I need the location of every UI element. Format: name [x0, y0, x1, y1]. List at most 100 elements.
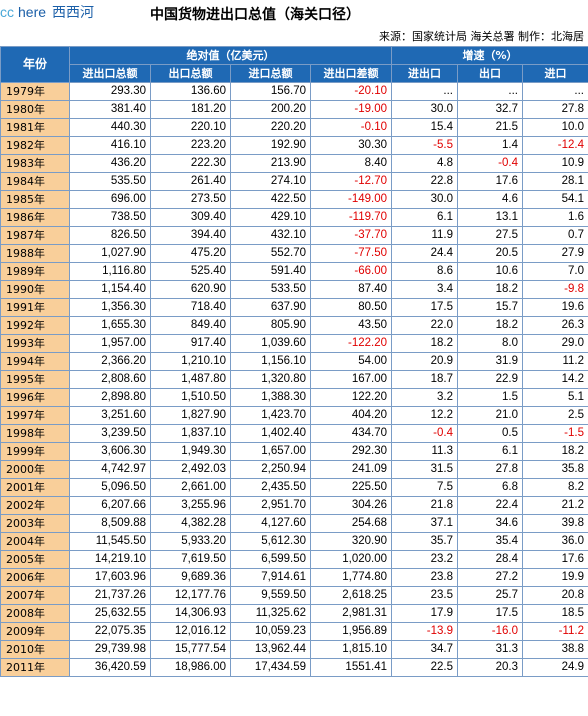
value-cell: 17,603.96 — [69, 568, 151, 587]
value-cell: -37.70 — [310, 226, 392, 245]
value-cell: 22.9 — [457, 370, 523, 389]
value-cell: 5,096.50 — [69, 478, 151, 497]
value-cell: 37.1 — [391, 514, 458, 533]
table-column-header-row: 进出口总额 出口总额 进口总额 进出口差额 进出口 出口 进口 — [1, 64, 588, 83]
value-cell: 156.70 — [230, 82, 311, 101]
value-cell: 5,933.20 — [150, 532, 231, 551]
value-cell: 1,957.00 — [69, 334, 151, 353]
value-cell: 87.40 — [310, 280, 392, 299]
value-cell: 20.3 — [457, 658, 523, 677]
table-row: 1994年 2,366.20 1,210.10 1,156.10 54.00 20.9 31… — [0, 352, 588, 371]
value-cell: 32.7 — [457, 100, 523, 119]
value-cell: 11.3 — [391, 442, 458, 461]
value-cell: 21.8 — [391, 496, 458, 515]
value-cell: 18,986.00 — [150, 658, 231, 677]
value-cell: -0.4 — [391, 424, 458, 443]
value-cell: -1.5 — [522, 424, 588, 443]
value-cell: 254.68 — [310, 514, 392, 533]
value-cell: 167.00 — [310, 370, 392, 389]
value-cell: 18.2 — [522, 442, 588, 461]
value-cell: 7,619.50 — [150, 550, 231, 569]
value-cell: 1,774.80 — [310, 568, 392, 587]
table-row: 2000年 4,742.97 2,492.03 2,250.94 241.09 31.5 2… — [0, 460, 588, 479]
value-cell: 525.40 — [150, 262, 231, 281]
value-cell: 18.2 — [391, 334, 458, 353]
value-cell: 27.2 — [457, 568, 523, 587]
table-row: 2007年 21,737.26 12,177.76 9,559.50 2,618.25 2… — [0, 586, 588, 605]
value-cell: 43.50 — [310, 316, 392, 335]
year-cell: 1989年 — [0, 262, 70, 281]
value-cell: 1,027.90 — [69, 244, 151, 263]
value-cell: 35.8 — [522, 460, 588, 479]
value-cell: 122.20 — [310, 388, 392, 407]
column-header: 进出口总额 — [69, 64, 151, 83]
value-cell: 19.6 — [522, 298, 588, 317]
table-row: 2008年 25,632.55 14,306.93 11,325.62 2,981.31… — [0, 604, 588, 623]
table-row: 1981年 440.30 220.10 220.20 -0.10 15.4 21.5 10.0 — [0, 118, 588, 137]
value-cell: 31.3 — [457, 640, 523, 659]
value-cell: 220.10 — [150, 118, 231, 137]
year-cell: 2005年 — [0, 550, 70, 569]
table-row: 2005年 14,219.10 7,619.50 6,599.50 1,020.00 23… — [0, 550, 588, 569]
value-cell: 292.30 — [310, 442, 392, 461]
value-cell: 1.4 — [457, 136, 523, 155]
year-cell: 2002年 — [0, 496, 70, 515]
value-cell: 2,661.00 — [150, 478, 231, 497]
value-cell: 1,388.30 — [230, 388, 311, 407]
page-title: 中国货物进出口总值（海关口径） — [150, 7, 360, 23]
value-cell: 34.6 — [457, 514, 523, 533]
value-cell: 192.90 — [230, 136, 311, 155]
value-cell: 39.8 — [522, 514, 588, 533]
source-note: 来源：国家统计局 海关总署 制作：北海居 — [379, 30, 584, 43]
value-cell: 917.40 — [150, 334, 231, 353]
value-cell: 3,251.60 — [69, 406, 151, 425]
value-cell: 34.7 — [391, 640, 458, 659]
table-group-header-row: 年份 绝对值（亿美元） 增速（%） — [0, 46, 588, 83]
column-header: 出口总额 — [150, 64, 231, 83]
value-cell: 28.4 — [457, 550, 523, 569]
value-cell: 19.9 — [522, 568, 588, 587]
value-cell: 394.40 — [150, 226, 231, 245]
table-row: 2010年 29,739.98 15,777.54 13,962.44 1,815.10… — [0, 640, 588, 659]
value-cell: 4,742.97 — [69, 460, 151, 479]
value-cell: 10,059.23 — [230, 622, 311, 641]
year-cell: 1997年 — [0, 406, 70, 425]
year-cell: 1996年 — [0, 388, 70, 407]
value-cell: -9.8 — [522, 280, 588, 299]
value-cell: -11.2 — [522, 622, 588, 641]
value-cell: 320.90 — [310, 532, 392, 551]
year-cell: 2003年 — [0, 514, 70, 533]
value-cell: 21.0 — [457, 406, 523, 425]
table-row: 1999年 3,606.30 1,949.30 1,657.00 292.30 11.3 6… — [0, 442, 588, 461]
value-cell: 3,606.30 — [69, 442, 151, 461]
value-cell: 26.3 — [522, 316, 588, 335]
page: cc here 西西河 中国货物进出口总值（海关口径） 来源：国家统计局 海关总… — [0, 0, 588, 716]
value-cell: 309.40 — [150, 208, 231, 227]
column-header: 进口 — [522, 64, 588, 83]
growth-group-header: 增速（%） — [391, 46, 588, 65]
table-row: 1982年 416.10 223.20 192.90 30.30 -5.5 1.4 -12.4 — [0, 136, 588, 155]
value-cell: 1,423.70 — [230, 406, 311, 425]
value-cell: 0.7 — [522, 226, 588, 245]
value-cell: 1,116.80 — [69, 262, 151, 281]
value-cell: 18.2 — [457, 280, 523, 299]
value-cell: 11.9 — [391, 226, 458, 245]
site-logo[interactable]: cc here 西西河 — [0, 2, 94, 24]
value-cell: 17.6 — [522, 550, 588, 569]
value-cell: 1,156.10 — [230, 352, 311, 371]
value-cell: 1,356.30 — [69, 298, 151, 317]
value-cell: 7.0 — [522, 262, 588, 281]
year-cell: 1998年 — [0, 424, 70, 443]
trade-table: 年份 绝对值（亿美元） 增速（%） 进出口总额 出口总额 进口总额 进出口差额 … — [0, 46, 588, 677]
value-cell: 2,366.20 — [69, 352, 151, 371]
value-cell: 5,612.30 — [230, 532, 311, 551]
value-cell: 1.6 — [522, 208, 588, 227]
value-cell: 552.70 — [230, 244, 311, 263]
year-cell: 1980年 — [0, 100, 70, 119]
value-cell: -0.4 — [457, 154, 523, 173]
value-cell: 2,618.25 — [310, 586, 392, 605]
value-cell: 17.9 — [391, 604, 458, 623]
year-cell: 1992年 — [0, 316, 70, 335]
year-cell: 1990年 — [0, 280, 70, 299]
value-cell: 27.8 — [522, 100, 588, 119]
